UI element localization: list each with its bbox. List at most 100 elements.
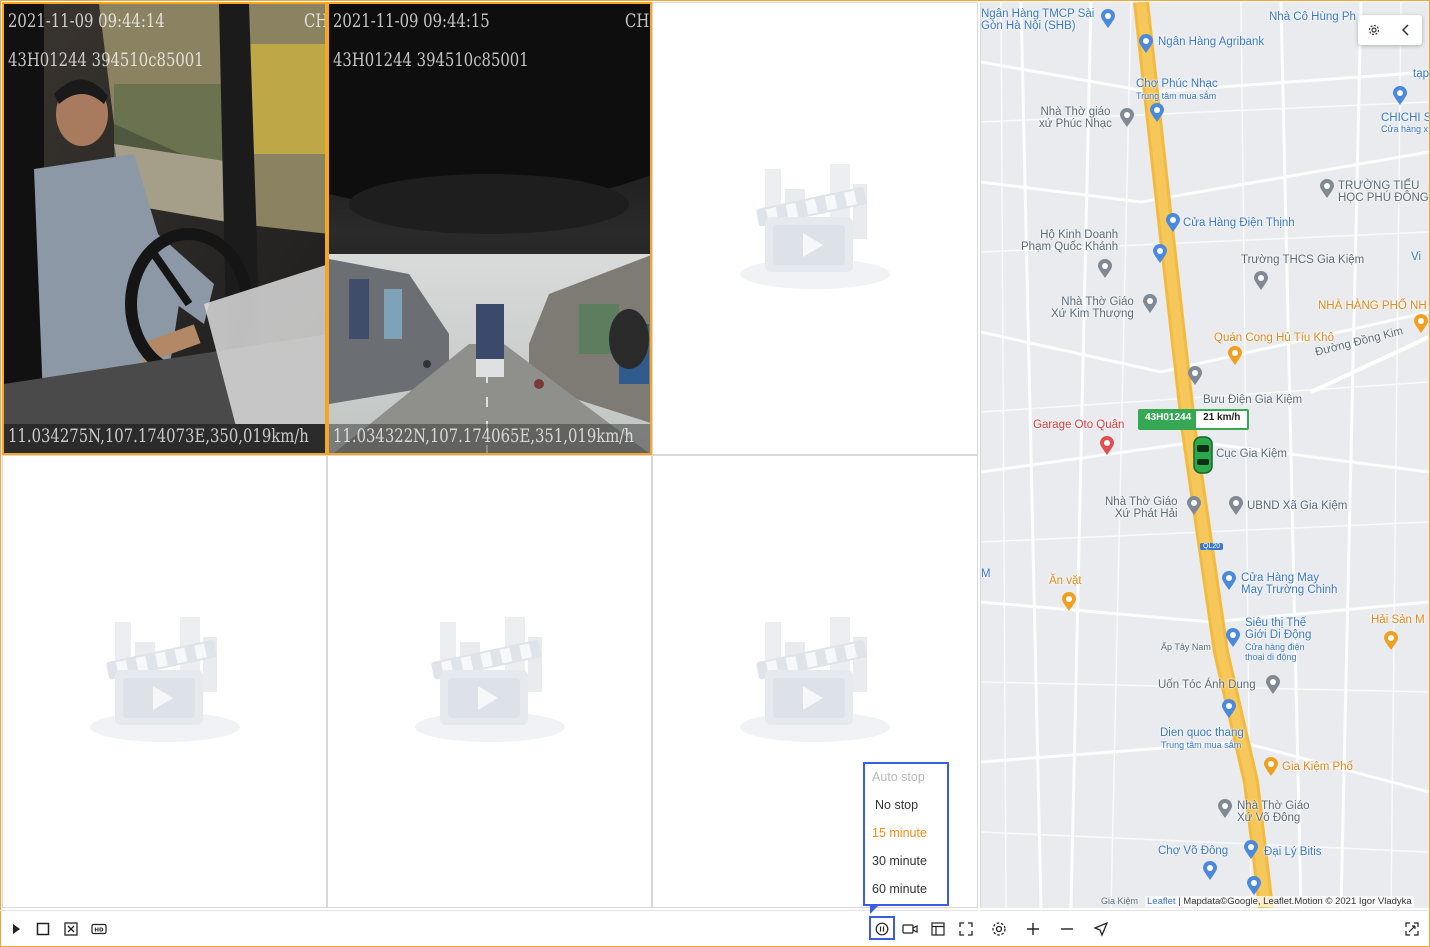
map-label: Cửa Hàng Điện Thịnh — [1183, 217, 1295, 229]
video-cell-empty[interactable] — [2, 455, 327, 908]
svg-text:HD: HD — [94, 928, 104, 934]
map-label: tạp — [1413, 68, 1429, 80]
osd-timestamp: 2021-11-09 09:44:14 — [8, 10, 165, 32]
map-pin-icon — [1229, 496, 1243, 515]
map-pin-icon — [1393, 86, 1407, 105]
osd-plate: 43H01244 394510c85001 — [8, 49, 204, 71]
video-placeholder-icon — [740, 163, 890, 289]
map-pin-icon — [1150, 103, 1164, 122]
attribution-text: | Mapdata©Google, Leaflet.Motion © 2021 … — [1175, 896, 1412, 907]
osd-gps: 11.034322N,107.174065E,351,019km/h — [333, 425, 634, 447]
osd-timestamp: 2021-11-09 09:44:15 — [333, 10, 490, 32]
locate-icon[interactable] — [1090, 919, 1112, 939]
record-icon[interactable] — [899, 919, 921, 939]
map-pin-icon — [1203, 861, 1217, 880]
map-pin-icon — [1264, 757, 1278, 776]
map-label: Nhà Thờ giáo xứ Phúc Nhạc — [1039, 106, 1112, 130]
map-pin-icon — [1120, 108, 1134, 127]
map-label: CHICHI S — [1381, 112, 1429, 124]
map-label: Siêu thị Thế Giới Di Động — [1245, 617, 1312, 641]
layout-icon[interactable] — [927, 919, 949, 939]
video-placeholder-icon — [89, 616, 240, 742]
map-pin-icon — [1228, 346, 1242, 365]
stop-square-icon[interactable] — [32, 919, 54, 939]
map-label: Uốn Tóc Ánh Dung — [1158, 679, 1256, 691]
map-label: Đại Lý Bitis — [1264, 846, 1322, 858]
video-cell-ch1[interactable]: 2021-11-09 09:44:14 CH1 43H01244 394510c… — [2, 2, 327, 455]
osd-gps: 11.034275N,107.174073E,350,019km/h — [8, 425, 309, 447]
map-pin-icon — [1100, 436, 1114, 455]
map-pin-icon — [1320, 179, 1334, 198]
map-label: Cục Gia Kiệm — [1216, 448, 1287, 460]
map-toolbar — [980, 910, 1428, 946]
map-label: Garage Oto Quân — [1033, 419, 1125, 431]
settings-icon[interactable] — [1358, 15, 1390, 45]
menu-item-60-minute[interactable]: 60 minute — [865, 875, 947, 903]
video-cell-empty[interactable] — [327, 455, 652, 908]
map-pin-icon — [1166, 213, 1180, 232]
auto-stop-dropdown: Auto stop No stop 15 minute 30 minute 60… — [863, 762, 949, 906]
map-pin-icon — [1254, 271, 1268, 290]
map-label: Gia Kiệm Phố — [1282, 761, 1353, 773]
video-placeholder-icon — [740, 616, 890, 742]
map-view[interactable]: Ngân Hàng TMCP Sài Gòn Hà Nội (SHB) Nhà … — [980, 2, 1429, 908]
map-pin-icon — [1098, 259, 1112, 278]
video-feed-ch2 — [329, 4, 650, 453]
osd-channel: CH2 — [625, 10, 650, 32]
video-toolbar: HD — [0, 910, 978, 946]
map-label: Nhà Thờ Giáo Xứ Võ Đông — [1237, 800, 1310, 824]
map-label: UBND Xã Gia Kiệm — [1247, 500, 1348, 512]
collapse-arrow-icon[interactable] — [1390, 15, 1422, 45]
zoom-in-icon[interactable] — [1022, 919, 1044, 939]
map-pin-icon — [1062, 592, 1076, 611]
vehicle-plate: 43H01244 — [1140, 411, 1197, 428]
map-label: NHÀ HÀNG PHỐ NH — [1318, 300, 1427, 312]
map-pin-icon — [1222, 571, 1236, 590]
road-shield: QL20 — [1200, 543, 1224, 550]
expand-map-icon[interactable] — [1401, 919, 1423, 939]
map-label: Ngân Hàng TMCP Sài Gòn Hà Nội (SHB) — [981, 8, 1095, 32]
map-label: Bưu Điện Gia Kiệm — [1203, 394, 1303, 406]
fullscreen-icon[interactable] — [955, 919, 977, 939]
play-icon[interactable] — [5, 919, 27, 939]
zoom-out-icon[interactable] — [1056, 919, 1078, 939]
map-label: Gia Kiệm — [1101, 896, 1139, 906]
map-label: Hộ Kinh Doanh Phạm Quốc Khánh — [1021, 229, 1119, 253]
map-pin-icon — [1188, 366, 1202, 385]
osd-channel: CH1 — [304, 10, 327, 32]
video-placeholder-icon — [414, 616, 565, 742]
close-box-icon[interactable] — [60, 919, 82, 939]
map-label: Cửa Hàng May May Trường Chinh — [1241, 572, 1338, 596]
vehicle-car-icon[interactable] — [1192, 435, 1214, 475]
video-cell-empty[interactable] — [652, 2, 978, 455]
map-label: Hải Sản M — [1371, 614, 1425, 626]
auto-stop-highlight — [869, 916, 895, 940]
map-label: Ấp Tây Nam — [1161, 642, 1211, 652]
video-cell-ch2[interactable]: 2021-11-09 09:44:15 CH2 43H01244 394510c… — [327, 2, 652, 455]
hd-icon[interactable]: HD — [88, 919, 110, 939]
map-label: Vi — [1411, 251, 1422, 263]
menu-item-30-minute[interactable]: 30 minute — [865, 847, 947, 875]
menu-item-no-stop[interactable]: No stop — [865, 791, 947, 819]
video-feed-ch1 — [4, 4, 325, 453]
map-pin-icon — [1414, 314, 1428, 333]
vehicle-speed: 21 km/h — [1196, 411, 1248, 428]
settings-icon[interactable] — [988, 919, 1010, 939]
leaflet-link[interactable]: Leaflet — [1147, 896, 1176, 907]
map-label: Nhà Cô Hùng Ph — [1269, 11, 1356, 23]
video-grid: 2021-11-09 09:44:14 CH1 43H01244 394510c… — [2, 2, 978, 908]
map-pin-icon — [1222, 699, 1236, 718]
map-label: Nhà Thờ Giáo Xứ Phát Hải — [1105, 496, 1178, 520]
auto-stop-title: Auto stop — [872, 770, 925, 784]
map-pin-icon — [1247, 876, 1261, 895]
map-label: TRƯỜNG TIỂU HỌC PHÚ ĐÔNG — [1338, 180, 1429, 204]
map-pin-icon — [1143, 294, 1157, 313]
map-pin-icon — [1244, 840, 1258, 859]
map-top-controls — [1358, 15, 1422, 45]
map-label: Chợ Võ Đông — [1158, 845, 1229, 857]
map-label: Trung tâm mua sắm — [1161, 740, 1242, 750]
vehicle-label: 43H01244 21 km/h — [1138, 409, 1250, 430]
menu-item-15-minute[interactable]: 15 minute — [865, 819, 947, 847]
map-pin-icon — [1139, 34, 1153, 53]
map-label: Cửa hàng điện thoại di động — [1245, 642, 1305, 662]
